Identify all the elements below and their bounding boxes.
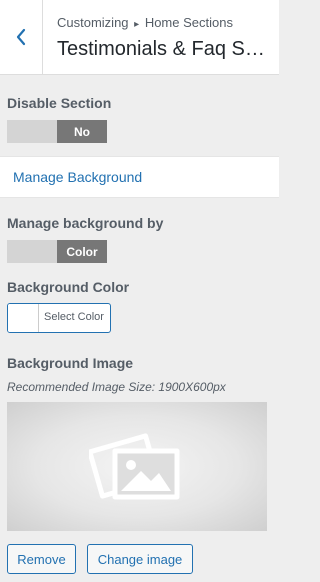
background-color-label: Background Color xyxy=(7,279,130,295)
remove-image-button[interactable]: Remove xyxy=(7,544,76,574)
change-image-button[interactable]: Change image xyxy=(87,544,193,574)
back-button[interactable] xyxy=(0,0,43,74)
select-color-button[interactable]: Select Color xyxy=(7,303,111,333)
customizer-header: Customizing ▸ Home Sections Testimonials… xyxy=(0,0,279,75)
image-placeholder-icon xyxy=(89,432,180,499)
disable-section-toggle[interactable]: No xyxy=(7,120,107,143)
chevron-left-icon xyxy=(16,28,26,46)
breadcrumb: Customizing ▸ Home Sections xyxy=(57,15,233,30)
toggle-value: Color xyxy=(57,240,107,263)
image-size-hint: Recommended Image Size: 1900X600px xyxy=(7,380,226,394)
breadcrumb-separator: ▸ xyxy=(134,19,140,30)
background-image-preview[interactable] xyxy=(7,402,267,531)
section-title: Testimonials & Faq Section xyxy=(57,38,271,60)
toggle-value: No xyxy=(57,120,107,143)
disable-section-label: Disable Section xyxy=(7,95,112,111)
breadcrumb-root: Customizing xyxy=(57,15,129,30)
manage-background-section[interactable]: Manage Background xyxy=(0,156,279,198)
background-image-label: Background Image xyxy=(7,355,134,371)
color-swatch xyxy=(8,304,39,332)
breadcrumb-parent: Home Sections xyxy=(144,15,233,30)
manage-background-link[interactable]: Manage Background xyxy=(13,169,142,185)
manage-background-by-toggle[interactable]: Color xyxy=(7,240,107,263)
select-color-label: Select Color xyxy=(44,311,104,323)
manage-background-by-label: Manage background by xyxy=(7,215,164,231)
